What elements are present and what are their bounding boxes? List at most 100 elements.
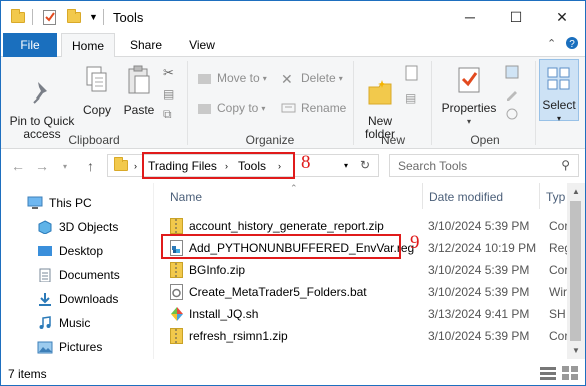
open-icon[interactable]	[505, 65, 519, 82]
column-name[interactable]: Name	[170, 190, 202, 204]
documents-icon	[39, 268, 51, 282]
back-arrow-icon[interactable]: ←	[11, 158, 25, 174]
tree-label: Pictures	[59, 340, 103, 354]
rename-button[interactable]: Rename	[281, 101, 346, 115]
customize-quick-access-icon[interactable]: ▼	[89, 8, 98, 26]
delete-button[interactable]: ✕ Delete ▾	[281, 71, 343, 87]
up-arrow-icon[interactable]: ↑	[87, 158, 94, 174]
copy-to-icon	[198, 104, 211, 114]
file-date: 3/10/2024 5:39 PM	[428, 329, 530, 343]
scroll-thumb[interactable]	[570, 201, 581, 341]
properties-quick-icon[interactable]	[43, 8, 57, 26]
tab-home[interactable]: Home	[61, 33, 115, 58]
help-icon[interactable]: ?	[565, 36, 579, 53]
tab-file[interactable]: File	[3, 33, 57, 57]
copy-button[interactable]: Copy	[79, 65, 115, 117]
copy-to-button[interactable]: Copy to ▾	[197, 101, 265, 115]
crumb-separator-icon: ›	[134, 161, 137, 171]
new-group-label: New	[380, 133, 405, 147]
file-type: Cor	[549, 329, 569, 343]
recent-locations-icon[interactable]: ▾	[63, 162, 67, 171]
tree-item-this-pc[interactable]: This PC	[27, 191, 92, 215]
cut-icon[interactable]: ✂	[163, 65, 174, 81]
properties-button[interactable]: Properties ▾	[437, 65, 501, 128]
rename-icon	[281, 103, 296, 113]
music-icon	[39, 316, 51, 329]
clipboard-group-label: Clipboard	[68, 133, 120, 147]
properties-icon	[458, 67, 480, 93]
paste-shortcut-icon[interactable]: ⧉	[163, 107, 172, 122]
paste-label: Paste	[123, 103, 155, 117]
copy-to-label: Copy to	[217, 101, 259, 115]
pin-quick-access-button[interactable]: Pin to Quick access	[5, 67, 79, 141]
file-row[interactable]: Create_MetaTrader5_Folders.bat 3/10/2024…	[154, 281, 574, 303]
delete-label: Delete	[301, 71, 336, 85]
explorer-window: ▼ Tools ─ ☐ ✕ File Home Share View ⌃ ? P…	[0, 0, 586, 386]
column-type[interactable]: Typ	[546, 190, 565, 204]
file-row[interactable]: BGInfo.zip 3/10/2024 5:39 PM Cor	[154, 259, 574, 281]
search-icon: ⚲	[561, 158, 570, 172]
copy-path-icon[interactable]: ▤	[163, 87, 174, 101]
new-folder-quick-icon[interactable]	[67, 8, 81, 26]
new-item-icon[interactable]	[405, 65, 419, 84]
tree-label: Desktop	[59, 244, 104, 258]
history-icon[interactable]	[505, 107, 519, 124]
collapse-ribbon-icon[interactable]: ⌃	[547, 37, 556, 50]
annotation-8: 8	[301, 152, 311, 173]
file-date: 3/10/2024 5:39 PM	[428, 285, 530, 299]
file-name: Create_MetaTrader5_Folders.bat	[189, 285, 367, 299]
item-count: 7 items	[8, 367, 47, 381]
ribbon-tabs: File Home Share View ⌃ ?	[1, 33, 585, 58]
tree-item-music[interactable]: Music	[37, 311, 90, 335]
zip-icon	[170, 328, 183, 344]
large-icons-view-icon[interactable]	[561, 365, 579, 381]
column-date-modified[interactable]: Date modified	[429, 190, 503, 204]
select-icon	[547, 67, 570, 90]
tree-item-desktop[interactable]: Desktop	[37, 239, 103, 263]
title-bar: ▼ Tools ─ ☐ ✕	[1, 1, 585, 33]
tree-item-downloads[interactable]: Downloads	[37, 287, 118, 311]
new-folder-button[interactable]: New folder	[357, 65, 403, 141]
file-name: BGInfo.zip	[189, 263, 246, 277]
pin-icon	[33, 82, 47, 104]
file-type: Cor	[549, 219, 569, 233]
sort-indicator-icon: ⌃	[290, 183, 298, 193]
move-to-button[interactable]: Move to ▾	[197, 71, 267, 85]
file-row[interactable]: Install_JQ.sh 3/13/2024 9:41 PM SH	[154, 303, 574, 325]
search-placeholder: Search Tools	[398, 159, 468, 173]
tree-label: This PC	[49, 196, 92, 210]
file-date: 3/13/2024 9:41 PM	[428, 307, 530, 321]
select-button[interactable]: Select ▾	[539, 59, 579, 123]
refresh-icon[interactable]: ↻	[360, 158, 370, 172]
tree-label: Music	[59, 316, 91, 330]
zip-icon	[170, 262, 183, 278]
file-type: Cor	[549, 263, 569, 277]
edit-icon[interactable]	[505, 87, 519, 104]
scroll-up-icon[interactable]: ▲	[567, 184, 585, 200]
maximize-button[interactable]: ☐	[493, 1, 539, 33]
tree-item-documents[interactable]: Documents	[37, 263, 120, 287]
details-view-icon[interactable]	[539, 365, 557, 381]
window-title: Tools	[113, 10, 144, 25]
move-to-label: Move to	[217, 71, 260, 85]
minimize-button[interactable]: ─	[447, 1, 493, 33]
tree-item-pictures[interactable]: Pictures	[37, 335, 102, 359]
address-dropdown-icon[interactable]: ▾	[344, 161, 348, 170]
tab-share[interactable]: Share	[119, 33, 173, 57]
easy-access-icon[interactable]: ▤	[405, 91, 416, 105]
search-input[interactable]: Search Tools ⚲	[389, 154, 579, 177]
tree-label: Downloads	[59, 292, 119, 306]
file-row[interactable]: refresh_rsimn1.zip 3/10/2024 5:39 PM Cor	[154, 325, 574, 347]
file-date: 3/10/2024 5:39 PM	[428, 263, 530, 277]
address-folder-icon	[114, 157, 128, 171]
close-button[interactable]: ✕	[539, 1, 585, 33]
batch-icon	[170, 284, 183, 300]
open-group-label: Open	[470, 133, 500, 147]
forward-arrow-icon[interactable]: →	[35, 158, 49, 174]
scroll-down-icon[interactable]: ▼	[567, 343, 585, 359]
tree-item-3d-objects[interactable]: 3D Objects	[37, 215, 118, 239]
navigation-bar: ← → ▾ ↑ › Trading Files › Tools › ▾ ↻ 8 …	[1, 149, 585, 183]
svg-text:?: ?	[569, 39, 575, 50]
tab-view[interactable]: View	[177, 33, 227, 57]
paste-button[interactable]: Paste	[121, 65, 157, 117]
